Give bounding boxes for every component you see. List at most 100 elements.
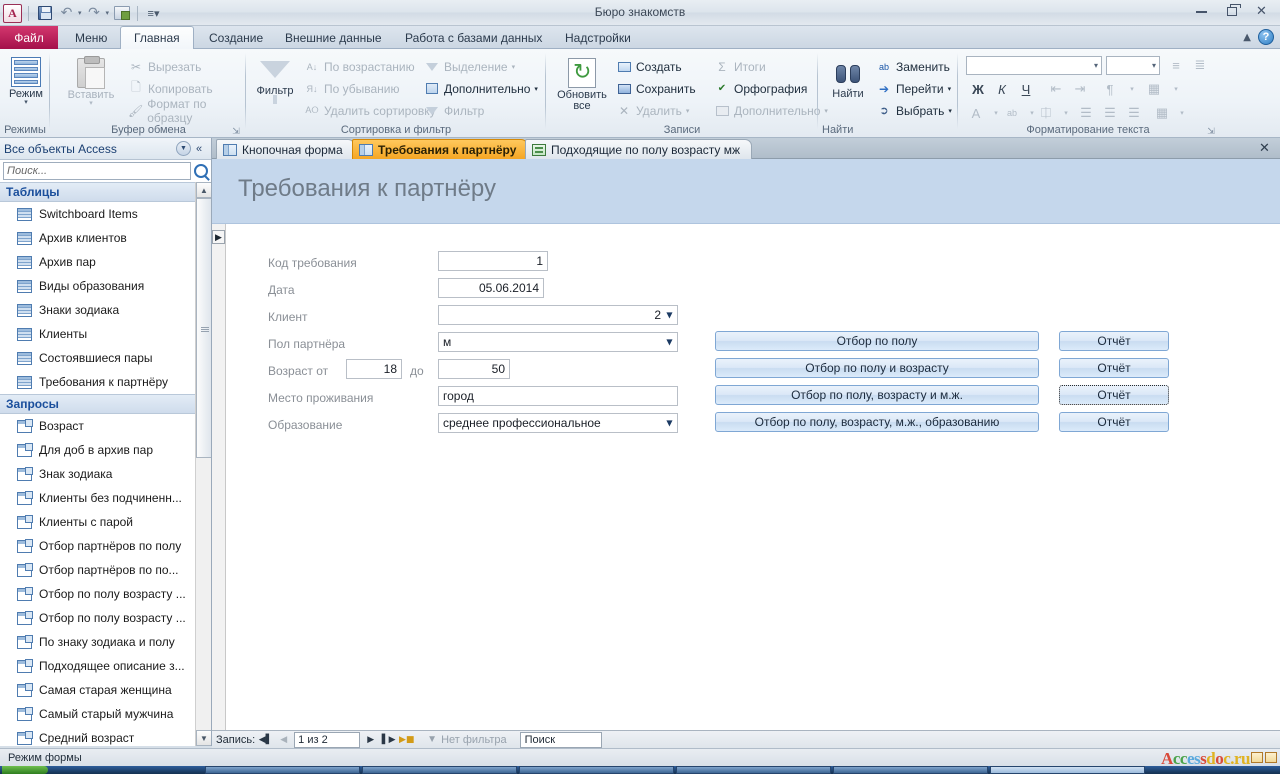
spelling-button[interactable]: ✔ Орфография bbox=[714, 79, 808, 98]
filter-button[interactable]: Фильтр bbox=[251, 61, 299, 104]
field-data[interactable]: 05.06.2014 bbox=[438, 278, 544, 298]
field-klient[interactable]: 2 ▼ bbox=[438, 305, 678, 325]
nav-item-samaya-staraya-zhenshchina[interactable]: Самая старая женщина bbox=[0, 678, 211, 702]
tab-external-data[interactable]: Внешние данные bbox=[272, 26, 395, 49]
button-otchet-2[interactable]: Отчёт bbox=[1059, 358, 1169, 378]
clipboard-dialog-launcher-icon[interactable]: ⇲ bbox=[231, 126, 241, 136]
sort-ascending-button[interactable]: A↓ По возрастанию bbox=[304, 57, 415, 76]
scrollbar-thumb[interactable] bbox=[196, 198, 211, 458]
align-center-button[interactable]: ☰ bbox=[1100, 103, 1120, 123]
cut-button[interactable]: ✂ Вырезать bbox=[128, 57, 201, 76]
help-icon[interactable]: ? bbox=[1258, 29, 1274, 45]
new-record-button[interactable]: Создать bbox=[616, 57, 682, 76]
chevron-down-icon[interactable]: ▼ bbox=[665, 338, 674, 347]
previous-record-button[interactable]: ◀ bbox=[276, 732, 291, 747]
tab-create[interactable]: Создание bbox=[196, 26, 276, 49]
clear-sort-button[interactable]: A⭘ Удалить сортировку bbox=[304, 101, 435, 120]
taskbar-item-active[interactable] bbox=[990, 766, 1145, 774]
nav-item-arkhiv-klientov[interactable]: Архив клиентов bbox=[0, 226, 211, 250]
chevron-down-icon[interactable]: ▾ bbox=[534, 85, 538, 93]
records-more-button[interactable]: Дополнительно ▾ bbox=[714, 101, 828, 120]
decrease-indent-button[interactable]: ⇤ bbox=[1046, 79, 1066, 99]
chevron-down-icon[interactable]: ▾ bbox=[948, 107, 952, 115]
goto-button[interactable]: ➔ Перейти ▾ bbox=[876, 79, 951, 98]
tab-podkhodyashchie-po-polu-vozrastu-mzh[interactable]: Подходящие по полу возрасту мж bbox=[525, 139, 753, 159]
nav-item-sostoyavshiesya-pary[interactable]: Состоявшиеся пары bbox=[0, 346, 211, 370]
scroll-down-button[interactable]: ▼ bbox=[196, 730, 211, 746]
field-obrazovanie[interactable]: среднее профессиональное ▼ bbox=[438, 413, 678, 433]
font-family-combo[interactable]: ▾ bbox=[966, 56, 1102, 75]
nav-item-otbor-po-polu-vozrastu-1[interactable]: Отбор по полу возрасту ... bbox=[0, 582, 211, 606]
search-icon[interactable] bbox=[194, 164, 208, 178]
record-selector-bar[interactable]: ▶ bbox=[212, 224, 226, 730]
button-otchet-1[interactable]: Отчёт bbox=[1059, 331, 1169, 351]
tab-menu[interactable]: Меню bbox=[62, 26, 120, 49]
increase-indent-button[interactable]: ⇥ bbox=[1070, 79, 1090, 99]
chevron-down-icon[interactable]: ▾ bbox=[1094, 61, 1098, 70]
font-size-combo[interactable]: ▾ bbox=[1106, 56, 1160, 75]
chevron-down-icon[interactable]: ▾ bbox=[89, 100, 93, 107]
nav-item-vozrast[interactable]: Возраст bbox=[0, 414, 211, 438]
button-otbor-po-polu-vozrastu-mzh-obrazovaniyu[interactable]: Отбор по полу, возрасту, м.ж., образован… bbox=[715, 412, 1039, 432]
text-direction-button[interactable]: ¶ bbox=[1100, 79, 1120, 99]
field-vozrast-do[interactable]: 50 bbox=[438, 359, 510, 379]
numbered-list-button[interactable]: ≣ bbox=[1190, 55, 1210, 75]
find-button[interactable]: Найти bbox=[824, 63, 872, 100]
totals-button[interactable]: Σ Итоги bbox=[714, 57, 765, 76]
toggle-filter-button[interactable]: Фильтр bbox=[424, 101, 484, 120]
delete-record-button[interactable]: ✕ Удалить ▾ bbox=[616, 101, 689, 120]
highlight-color-button[interactable]: ab bbox=[1002, 103, 1022, 123]
chevron-down-icon[interactable]: ▾ bbox=[1056, 103, 1076, 123]
nav-item-vidy-obrazovaniya[interactable]: Виды образования bbox=[0, 274, 211, 298]
navigation-scrollbar[interactable]: ▲ ▼ bbox=[195, 182, 211, 746]
nav-item-switchboard-items[interactable]: Switchboard Items bbox=[0, 202, 211, 226]
filter-status[interactable]: ▼ Нет фильтра bbox=[427, 734, 506, 746]
navigation-pane-header[interactable]: Все объекты Access ▼ « bbox=[0, 138, 211, 160]
bold-button[interactable]: Ж bbox=[968, 79, 988, 99]
italic-button[interactable]: К bbox=[992, 79, 1012, 99]
nav-item-podkhodyashchee-opisanie[interactable]: Подходящее описание з... bbox=[0, 654, 211, 678]
chevron-down-icon[interactable]: ▾ bbox=[686, 107, 690, 115]
field-kod-trebovaniya[interactable]: 1 bbox=[438, 251, 548, 271]
minimize-button[interactable] bbox=[1187, 1, 1216, 22]
close-button[interactable]: ✕ bbox=[1247, 1, 1276, 22]
chevron-down-icon[interactable]: ▼ bbox=[665, 311, 674, 320]
collapse-ribbon-icon[interactable]: ▲ bbox=[1243, 32, 1251, 43]
nav-item-trebovaniya-k-partneru[interactable]: Требования к партнёру bbox=[0, 370, 211, 394]
design-view-icon[interactable] bbox=[1265, 752, 1277, 763]
nav-item-otbor-partnerov-po-po[interactable]: Отбор партнёров по по... bbox=[0, 558, 211, 582]
search-input[interactable] bbox=[3, 162, 191, 180]
tab-home[interactable]: Главная bbox=[120, 26, 194, 50]
nav-item-dlya-dob-v-arkhiv-par[interactable]: Для доб в архив пар bbox=[0, 438, 211, 462]
paste-button[interactable]: Вставить ▾ bbox=[60, 56, 122, 107]
chevron-down-icon[interactable]: ▾ bbox=[948, 85, 952, 93]
nav-item-znaki-zodiaka[interactable]: Знаки зодиака bbox=[0, 298, 211, 322]
taskbar-item[interactable] bbox=[519, 766, 674, 774]
first-record-button[interactable]: ◀▌ bbox=[258, 732, 273, 747]
chevron-down-icon[interactable]: ▾ bbox=[1122, 79, 1142, 99]
tab-knopochnaya-forma[interactable]: Кнопочная форма bbox=[216, 139, 355, 159]
nav-item-arkhiv-par[interactable]: Архив пар bbox=[0, 250, 211, 274]
align-left-button[interactable]: ☰ bbox=[1076, 103, 1096, 123]
search-records-input[interactable]: Поиск bbox=[519, 731, 602, 748]
field-mesto-prozhivaniya[interactable]: город bbox=[438, 386, 678, 406]
replace-button[interactable]: ab Заменить bbox=[876, 57, 950, 76]
chevron-down-icon[interactable]: ▾ bbox=[1166, 79, 1186, 99]
copy-button[interactable]: 🗋 Копировать bbox=[128, 79, 212, 98]
fill-color-button[interactable]: ⎅ bbox=[1036, 103, 1056, 123]
button-otbor-po-polu-vozrastu-mzh[interactable]: Отбор по полу, возрасту и м.ж. bbox=[715, 385, 1039, 405]
align-right-button[interactable]: ☰ bbox=[1124, 103, 1144, 123]
last-record-button[interactable]: ▌▶ bbox=[381, 732, 396, 747]
tab-addins[interactable]: Надстройки bbox=[552, 26, 644, 49]
nav-item-otbor-partnerov-po-polu[interactable]: Отбор партнёров по полу bbox=[0, 534, 211, 558]
start-button[interactable] bbox=[2, 766, 48, 774]
nav-group-queries[interactable]: Запросы ▲ bbox=[0, 394, 211, 414]
nav-item-samyy-staryy-muzhchina[interactable]: Самый старый мужчина bbox=[0, 702, 211, 726]
chevron-down-icon[interactable]: ▾ bbox=[1172, 103, 1192, 123]
text-format-dialog-launcher-icon[interactable]: ⇲ bbox=[1206, 126, 1216, 136]
select-button[interactable]: ➲ Выбрать ▾ bbox=[876, 101, 952, 120]
selection-button[interactable]: Выделение ▾ bbox=[424, 57, 515, 76]
advanced-filter-button[interactable]: Дополнительно ▾ bbox=[424, 79, 538, 98]
gridlines-button[interactable]: ▦ bbox=[1144, 79, 1164, 99]
chevron-down-icon[interactable]: ▾ bbox=[1152, 61, 1156, 70]
